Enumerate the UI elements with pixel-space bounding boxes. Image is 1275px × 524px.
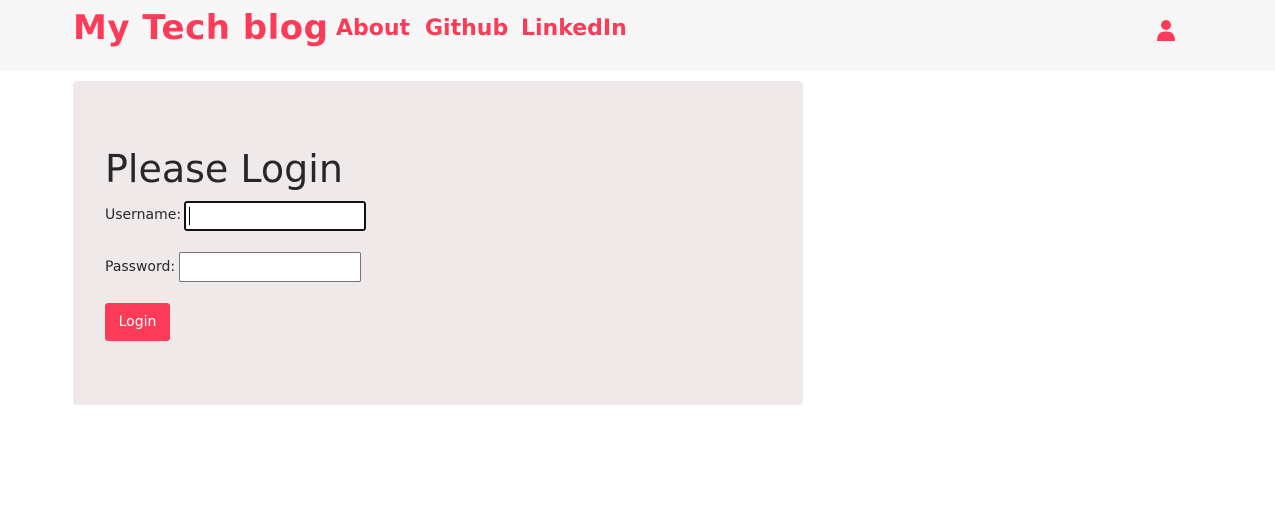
- brand-logo-link[interactable]: My Tech blog: [73, 8, 328, 48]
- user-icon-svg: [1157, 20, 1175, 41]
- text-caret: [189, 207, 190, 225]
- nav-link-about[interactable]: About: [336, 16, 410, 41]
- login-card: Please Login Username: Password: Login: [73, 81, 803, 405]
- nav-link-github[interactable]: Github: [425, 16, 508, 41]
- login-button[interactable]: Login: [105, 303, 170, 341]
- password-field[interactable]: [179, 252, 361, 282]
- password-label: Password:: [105, 259, 176, 275]
- username-label: Username:: [105, 207, 182, 223]
- page-title: Please Login: [105, 147, 343, 191]
- username-field[interactable]: [184, 201, 366, 231]
- user-icon[interactable]: [1155, 19, 1177, 43]
- top-navbar: My Tech blog About Github LinkedIn: [0, 0, 1275, 71]
- nav-link-linkedin[interactable]: LinkedIn: [521, 16, 627, 41]
